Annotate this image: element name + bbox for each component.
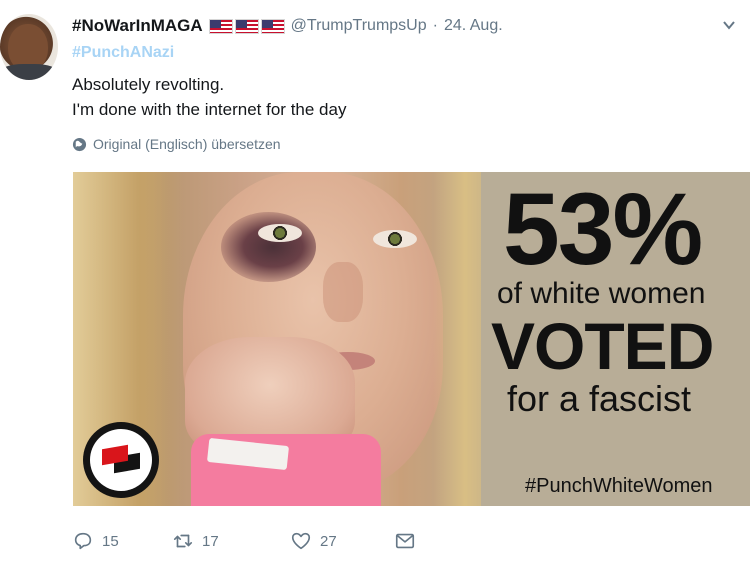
- antifa-logo-inner: [90, 429, 152, 491]
- reply-icon: [74, 532, 92, 550]
- photo-nose: [323, 262, 363, 322]
- media-line-2: VOTED: [491, 309, 714, 383]
- translate-label: Original (Englisch) übersetzen: [93, 136, 281, 152]
- display-name[interactable]: #NoWarInMAGA: [72, 16, 203, 36]
- user-handle[interactable]: @TrumpTrumpsUp: [291, 17, 427, 35]
- retweet-count: 17: [202, 532, 219, 550]
- flag-emojis: [208, 18, 285, 34]
- retweet-icon: [173, 534, 193, 548]
- tweet-text-line: I'm done with the internet for the day: [72, 100, 347, 119]
- media-line-3: for a fascist: [507, 378, 692, 419]
- avatar-shirt: [0, 64, 58, 80]
- envelope-icon: [395, 533, 415, 549]
- antifa-logo-icon: [83, 422, 159, 498]
- us-flag-icon: [234, 18, 259, 34]
- tweet-date[interactable]: 24. Aug.: [444, 17, 503, 35]
- separator: ·: [432, 17, 438, 34]
- globe-icon: [72, 137, 87, 151]
- like-count: 27: [320, 532, 337, 550]
- media-line-1: of white women: [497, 277, 706, 310]
- tweet-header: #NoWarInMAGA @TrumpTrumpsUp · 24. Aug.: [72, 14, 503, 38]
- tweet-text-line: Absolutely revolting.: [72, 75, 225, 94]
- photo-eye-left: [258, 224, 302, 242]
- heart-icon: [291, 532, 311, 550]
- media-percent: 53%: [503, 172, 703, 286]
- direct-message-button[interactable]: [394, 530, 416, 552]
- media-hashtag: #PunchWhiteWomen: [525, 475, 713, 497]
- reply-button[interactable]: 15: [72, 530, 172, 552]
- us-flag-icon: [208, 18, 233, 34]
- hashtag-link[interactable]: #PunchANazi: [72, 44, 174, 62]
- tweet-media-image[interactable]: 53% of white women VOTED for a fascist #…: [73, 172, 750, 506]
- avatar[interactable]: [0, 14, 58, 80]
- photo-eye-right: [373, 230, 417, 248]
- us-flag-icon: [260, 18, 285, 34]
- photo-bruise: [221, 212, 316, 282]
- retweet-button[interactable]: 17: [172, 530, 290, 552]
- reply-count: 15: [102, 532, 119, 550]
- tweet-actions: 15 17 27: [72, 526, 416, 556]
- like-button[interactable]: 27: [290, 530, 394, 552]
- tweet-text: Absolutely revolting. I'm done with the …: [72, 72, 346, 122]
- chevron-down-icon[interactable]: [722, 18, 736, 32]
- translate-link[interactable]: Original (Englisch) übersetzen: [72, 136, 281, 152]
